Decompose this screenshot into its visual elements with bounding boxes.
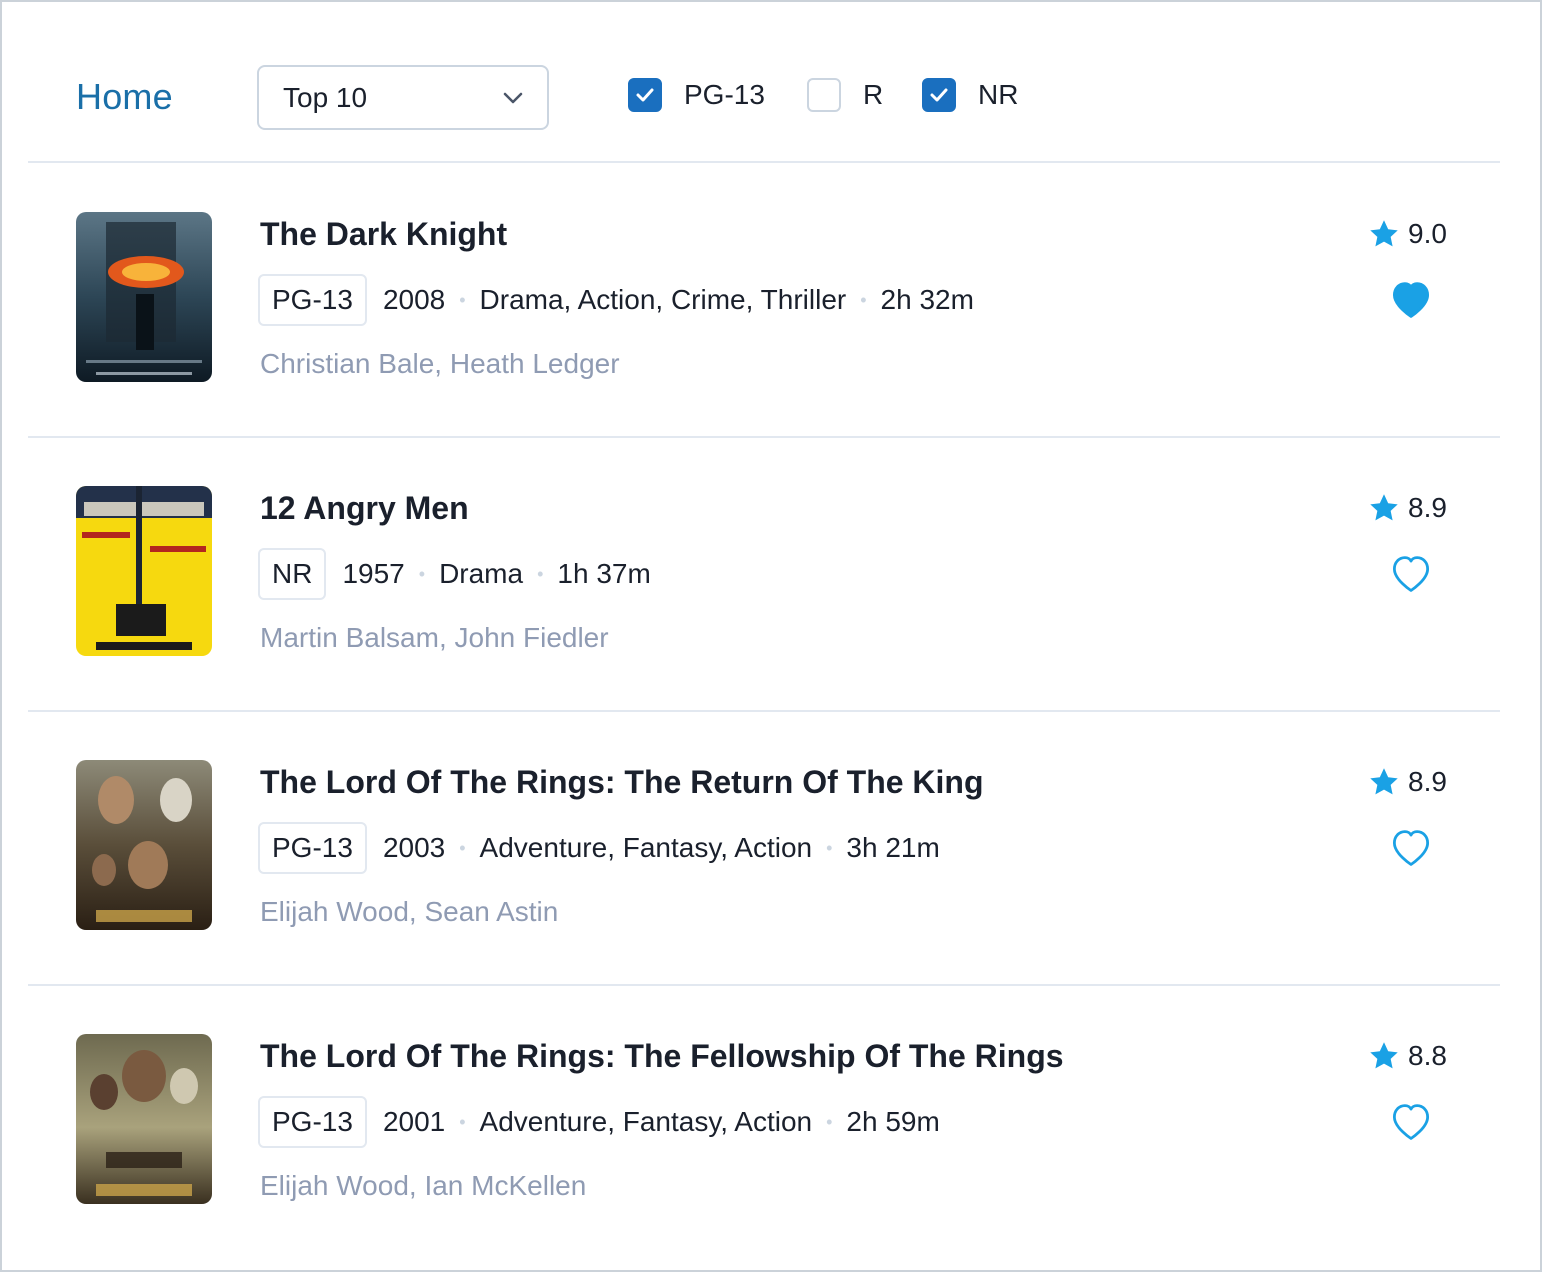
movie-cast: Martin Balsam, John Fiedler bbox=[260, 622, 609, 653]
movie-genres: Adventure, Fantasy, Action bbox=[479, 1106, 813, 1137]
mpaa-rating-badge: NR bbox=[258, 548, 327, 600]
filter-pg13[interactable]: PG-13 bbox=[628, 78, 765, 112]
movie-runtime: 2h 59m bbox=[846, 1106, 940, 1137]
movie-score: 9.0 bbox=[1368, 218, 1447, 250]
heart-outline-icon[interactable] bbox=[1390, 827, 1432, 867]
movie-runtime: 3h 21m bbox=[846, 832, 940, 863]
movie-row[interactable]: The Lord Of The Rings: The Return Of The… bbox=[28, 712, 1500, 986]
star-icon bbox=[1370, 1042, 1398, 1069]
separator-dot: • bbox=[826, 1111, 833, 1132]
check-icon bbox=[636, 88, 654, 102]
movie-meta: PG-13 2003 • Adventure, Fantasy, Action … bbox=[258, 822, 940, 874]
filter-r[interactable]: R bbox=[807, 78, 883, 112]
movie-year: 2008 bbox=[382, 284, 446, 315]
filter-nr[interactable]: NR bbox=[922, 78, 1018, 112]
movie-title[interactable]: The Dark Knight bbox=[260, 216, 507, 253]
filter-r-checkbox[interactable] bbox=[807, 78, 841, 112]
score-value: 9.0 bbox=[1408, 218, 1447, 249]
star-icon bbox=[1370, 494, 1398, 521]
movie-score: 8.9 bbox=[1368, 766, 1447, 798]
star-icon bbox=[1370, 768, 1398, 795]
mpaa-rating-badge: PG-13 bbox=[258, 1096, 367, 1148]
movie-score: 8.9 bbox=[1368, 492, 1447, 524]
filter-pg13-label: PG-13 bbox=[684, 79, 765, 110]
movie-title[interactable]: The Lord Of The Rings: The Fellowship Of… bbox=[260, 1038, 1064, 1075]
heart-filled-icon[interactable] bbox=[1390, 279, 1432, 319]
movie-year: 1957 bbox=[342, 558, 405, 589]
movie-row[interactable]: 12 Angry Men NR 1957 • Drama • 1h 37m Ma… bbox=[28, 438, 1500, 712]
list-select[interactable]: Top 10 bbox=[257, 65, 549, 130]
score-value: 8.9 bbox=[1408, 766, 1447, 797]
movie-row[interactable]: The Lord Of The Rings: The Fellowship Of… bbox=[28, 986, 1500, 1260]
filter-bar: Home Top 10 PG-13 R NR bbox=[28, 2, 1500, 163]
movie-meta: PG-13 2008 • Drama, Action, Crime, Thril… bbox=[258, 274, 974, 326]
separator-dot: • bbox=[418, 563, 426, 584]
movie-genres: Adventure, Fantasy, Action bbox=[479, 832, 813, 863]
mpaa-rating-badge: PG-13 bbox=[258, 274, 367, 326]
separator-dot: • bbox=[826, 837, 833, 858]
separator-dot: • bbox=[459, 1111, 466, 1132]
score-value: 8.9 bbox=[1408, 492, 1447, 523]
movie-meta: NR 1957 • Drama • 1h 37m bbox=[258, 548, 651, 600]
mpaa-rating-badge: PG-13 bbox=[258, 822, 367, 874]
movie-meta: PG-13 2001 • Adventure, Fantasy, Action … bbox=[258, 1096, 940, 1148]
fellowship-poster[interactable] bbox=[76, 1034, 212, 1204]
separator-dot: • bbox=[459, 289, 466, 310]
chevron-down-icon bbox=[503, 92, 523, 104]
movie-year: 2003 bbox=[382, 832, 446, 863]
movie-year: 2001 bbox=[382, 1106, 446, 1137]
list-select-value: Top 10 bbox=[283, 81, 368, 113]
dark-knight-poster[interactable] bbox=[76, 212, 212, 382]
star-icon bbox=[1370, 220, 1398, 247]
separator-dot: • bbox=[537, 563, 544, 584]
filter-r-label: R bbox=[863, 79, 884, 110]
movie-cast: Elijah Wood, Sean Astin bbox=[260, 896, 559, 927]
heart-outline-icon[interactable] bbox=[1390, 553, 1432, 593]
twelve-angry-men-poster[interactable] bbox=[76, 486, 212, 656]
app-frame: Home Top 10 PG-13 R NR The Dark Knight P… bbox=[0, 0, 1542, 1272]
movie-cast: Christian Bale, Heath Ledger bbox=[260, 348, 620, 379]
movie-cast: Elijah Wood, Ian McKellen bbox=[260, 1170, 587, 1201]
movie-row[interactable]: The Dark Knight PG-13 2008 • Drama, Acti… bbox=[28, 164, 1500, 438]
movie-genres: Drama, Action, Crime, Thriller bbox=[479, 284, 847, 315]
movie-title[interactable]: The Lord Of The Rings: The Return Of The… bbox=[260, 764, 984, 801]
score-value: 8.8 bbox=[1408, 1040, 1447, 1071]
heart-outline-icon[interactable] bbox=[1390, 1101, 1432, 1141]
movie-genres: Drama bbox=[439, 558, 524, 589]
filter-nr-label: NR bbox=[978, 79, 1019, 110]
separator-dot: • bbox=[860, 289, 867, 310]
filter-nr-checkbox[interactable] bbox=[922, 78, 956, 112]
return-of-the-king-poster[interactable] bbox=[76, 760, 212, 930]
movie-title[interactable]: 12 Angry Men bbox=[260, 490, 469, 527]
movie-score: 8.8 bbox=[1368, 1040, 1447, 1072]
separator-dot: • bbox=[459, 837, 466, 858]
movie-runtime: 1h 37m bbox=[557, 558, 651, 589]
home-link[interactable]: Home bbox=[76, 76, 173, 118]
filter-pg13-checkbox[interactable] bbox=[628, 78, 662, 112]
check-icon bbox=[930, 88, 948, 102]
movie-runtime: 2h 32m bbox=[880, 284, 974, 315]
